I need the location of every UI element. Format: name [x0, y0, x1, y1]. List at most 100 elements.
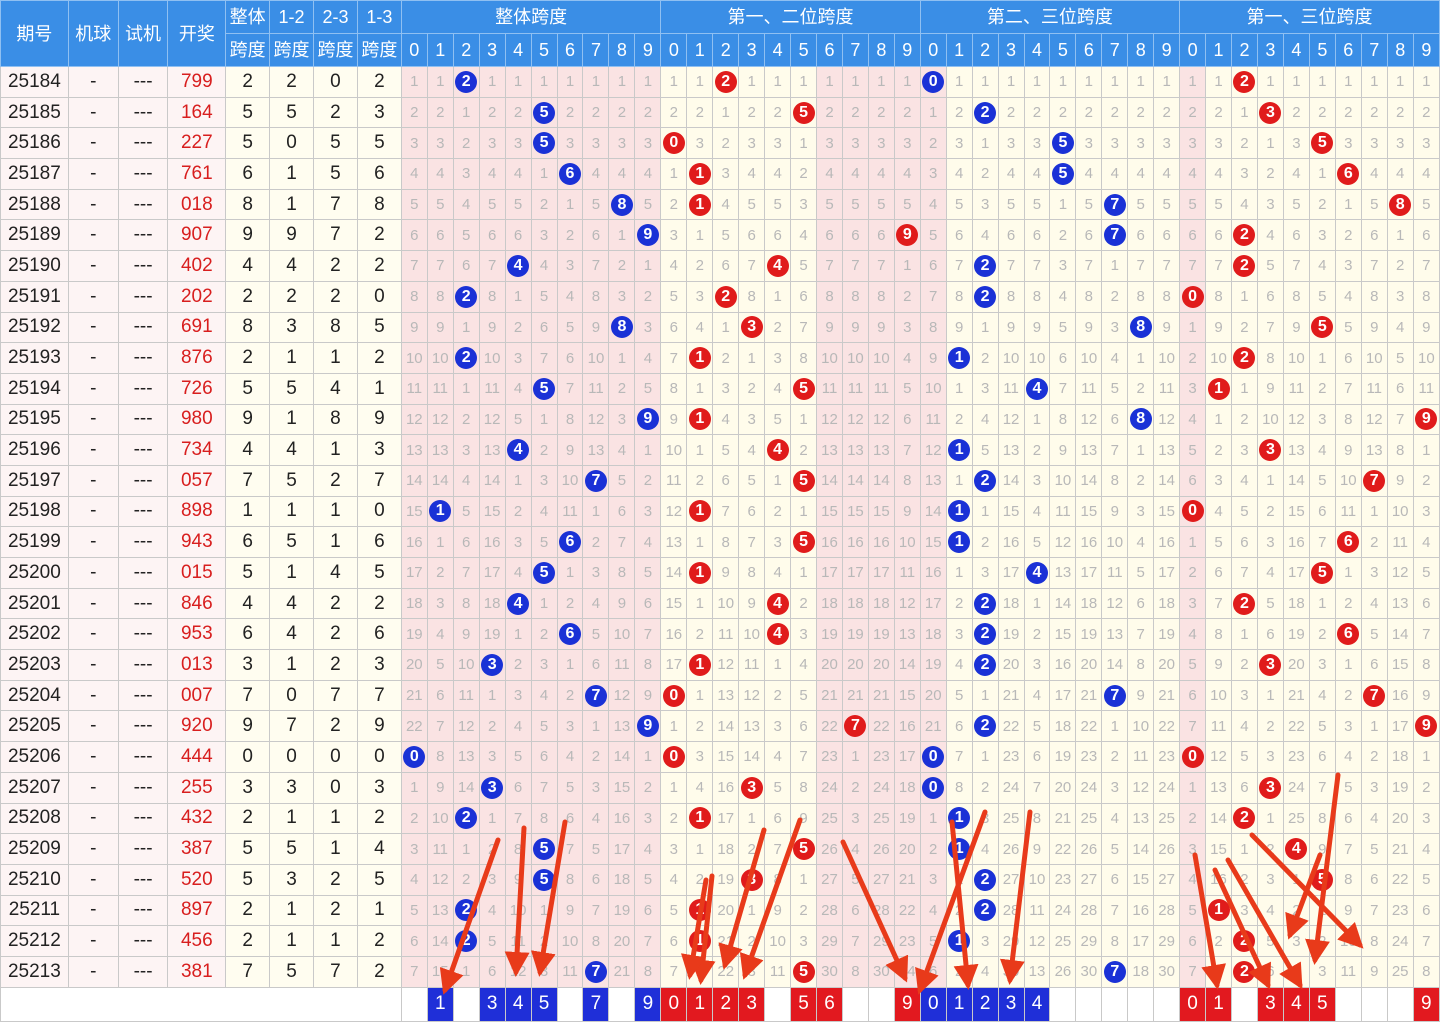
omission-cell: 4: [1308, 250, 1336, 282]
omission-cell: 6: [1179, 464, 1207, 497]
omission-cell: 1: [634, 66, 662, 98]
header-digit: 4: [504, 33, 532, 67]
omission-cell: 2: [971, 771, 999, 804]
span-cell: 9: [356, 403, 402, 436]
omission-cell: 3: [608, 280, 636, 313]
hit-ball: 1: [686, 158, 714, 190]
span-cell: 7: [356, 679, 402, 712]
omission-cell: 6: [1023, 219, 1051, 252]
hit-ball: 4: [764, 587, 792, 620]
span-cell: 1: [356, 894, 402, 927]
summary-digit: 1: [1205, 986, 1232, 1022]
omission-cell: 4: [452, 464, 480, 497]
omission-cell: 3: [556, 250, 584, 282]
omission-cell: 2: [867, 96, 895, 129]
omission-cell: 12: [1049, 526, 1077, 558]
omission-cell: 6: [712, 464, 740, 497]
omission-cell: 2: [945, 96, 973, 129]
omission-cell: 8: [1308, 802, 1336, 835]
omission-cell: 1: [478, 679, 506, 712]
omission-cell: 7: [816, 250, 843, 282]
omission-cell: 1: [893, 66, 921, 98]
omission-cell: 8: [1075, 280, 1103, 313]
omission-cell: 26: [816, 833, 843, 865]
omission-cell: 22: [1386, 863, 1414, 896]
omission-cell: 3: [738, 127, 766, 160]
omission-cell: 13: [1205, 771, 1232, 804]
omission-cell: 3: [712, 372, 740, 405]
span-cell: 6: [225, 158, 271, 190]
omission-cell: 4: [1023, 495, 1051, 528]
header-digit: 5: [530, 33, 558, 67]
omission-cell: 4: [504, 372, 532, 405]
omission-cell: 7: [1023, 250, 1051, 282]
omission-cell: 15: [816, 495, 843, 528]
omission-cell: 1: [738, 66, 766, 98]
hit-ball-mark: 5: [533, 868, 556, 891]
summary-digit: 5: [1308, 986, 1336, 1022]
hit-ball: 2: [452, 66, 480, 98]
omission-cell: 5: [919, 219, 947, 252]
omission-cell: 2: [764, 96, 792, 129]
omission-cell: 5: [1334, 311, 1362, 344]
omission-cell: 17: [712, 802, 740, 835]
omission-cell: 6: [1308, 741, 1336, 773]
omission-cell: 7: [504, 802, 532, 835]
draw-cell: 876: [167, 342, 227, 374]
hit-ball-mark: 2: [714, 285, 737, 308]
hit-ball-mark: 1: [948, 807, 971, 830]
header-digit: 0: [919, 33, 947, 67]
span-cell: 2: [225, 280, 271, 313]
hit-ball: 8: [1127, 403, 1155, 436]
header-span-13: 1-3: [356, 0, 402, 34]
span-cell: 1: [225, 495, 271, 528]
omission-cell: 4: [867, 158, 895, 190]
machine-cell: -: [67, 618, 119, 651]
omission-cell: 5: [400, 188, 428, 221]
omission-cell: 13: [738, 710, 766, 743]
summary-empty: [452, 986, 480, 1022]
span-cell: 8: [356, 188, 402, 221]
omission-cell: 2: [738, 372, 766, 405]
omission-cell: 3: [1231, 894, 1258, 927]
omission-cell: 1: [530, 403, 558, 436]
omission-cell: 8: [1127, 280, 1155, 313]
omission-cell: 8: [504, 833, 532, 865]
issue-cell: 25192: [0, 311, 69, 344]
omission-cell: 3: [686, 741, 714, 773]
omission-cell: 6: [1205, 219, 1232, 252]
summary-digit: 0: [1179, 986, 1207, 1022]
hit-ball-mark: 7: [844, 715, 867, 738]
omission-cell: 4: [1412, 526, 1440, 558]
draw-cell: 846: [167, 587, 227, 620]
omission-cell: 3: [582, 557, 610, 589]
omission-cell: 5: [1282, 188, 1310, 221]
omission-cell: 23: [816, 741, 843, 773]
omission-cell: 11: [712, 618, 740, 651]
omission-cell: 7: [530, 771, 558, 804]
omission-cell: 6: [452, 250, 480, 282]
omission-cell: 4: [1308, 434, 1336, 466]
hit-ball-mark: 0: [1181, 285, 1204, 308]
omission-cell: 3: [478, 127, 506, 160]
hit-ball-mark: 1: [948, 531, 971, 554]
omission-cell: 7: [1334, 833, 1362, 865]
hit-ball: 5: [530, 127, 558, 160]
omission-cell: 1: [1256, 464, 1284, 497]
span-cell: 7: [225, 464, 271, 497]
omission-cell: 2: [1231, 311, 1258, 344]
omission-cell: 9: [997, 311, 1025, 344]
omission-cell: 1: [1231, 618, 1258, 651]
omission-cell: 11: [738, 649, 766, 681]
omission-cell: 12: [1075, 403, 1103, 436]
omission-cell: 6: [1049, 342, 1077, 374]
hit-ball: 2: [1231, 925, 1258, 957]
hit-ball-mark: 7: [1363, 684, 1386, 707]
omission-cell: 3: [1049, 250, 1077, 282]
trial-cell: ---: [117, 342, 169, 374]
omission-cell: 5: [1412, 863, 1440, 896]
omission-cell: 4: [919, 894, 947, 927]
omission-cell: 18: [919, 618, 947, 651]
omission-cell: 7: [1412, 618, 1440, 651]
hit-ball: 9: [893, 219, 921, 252]
